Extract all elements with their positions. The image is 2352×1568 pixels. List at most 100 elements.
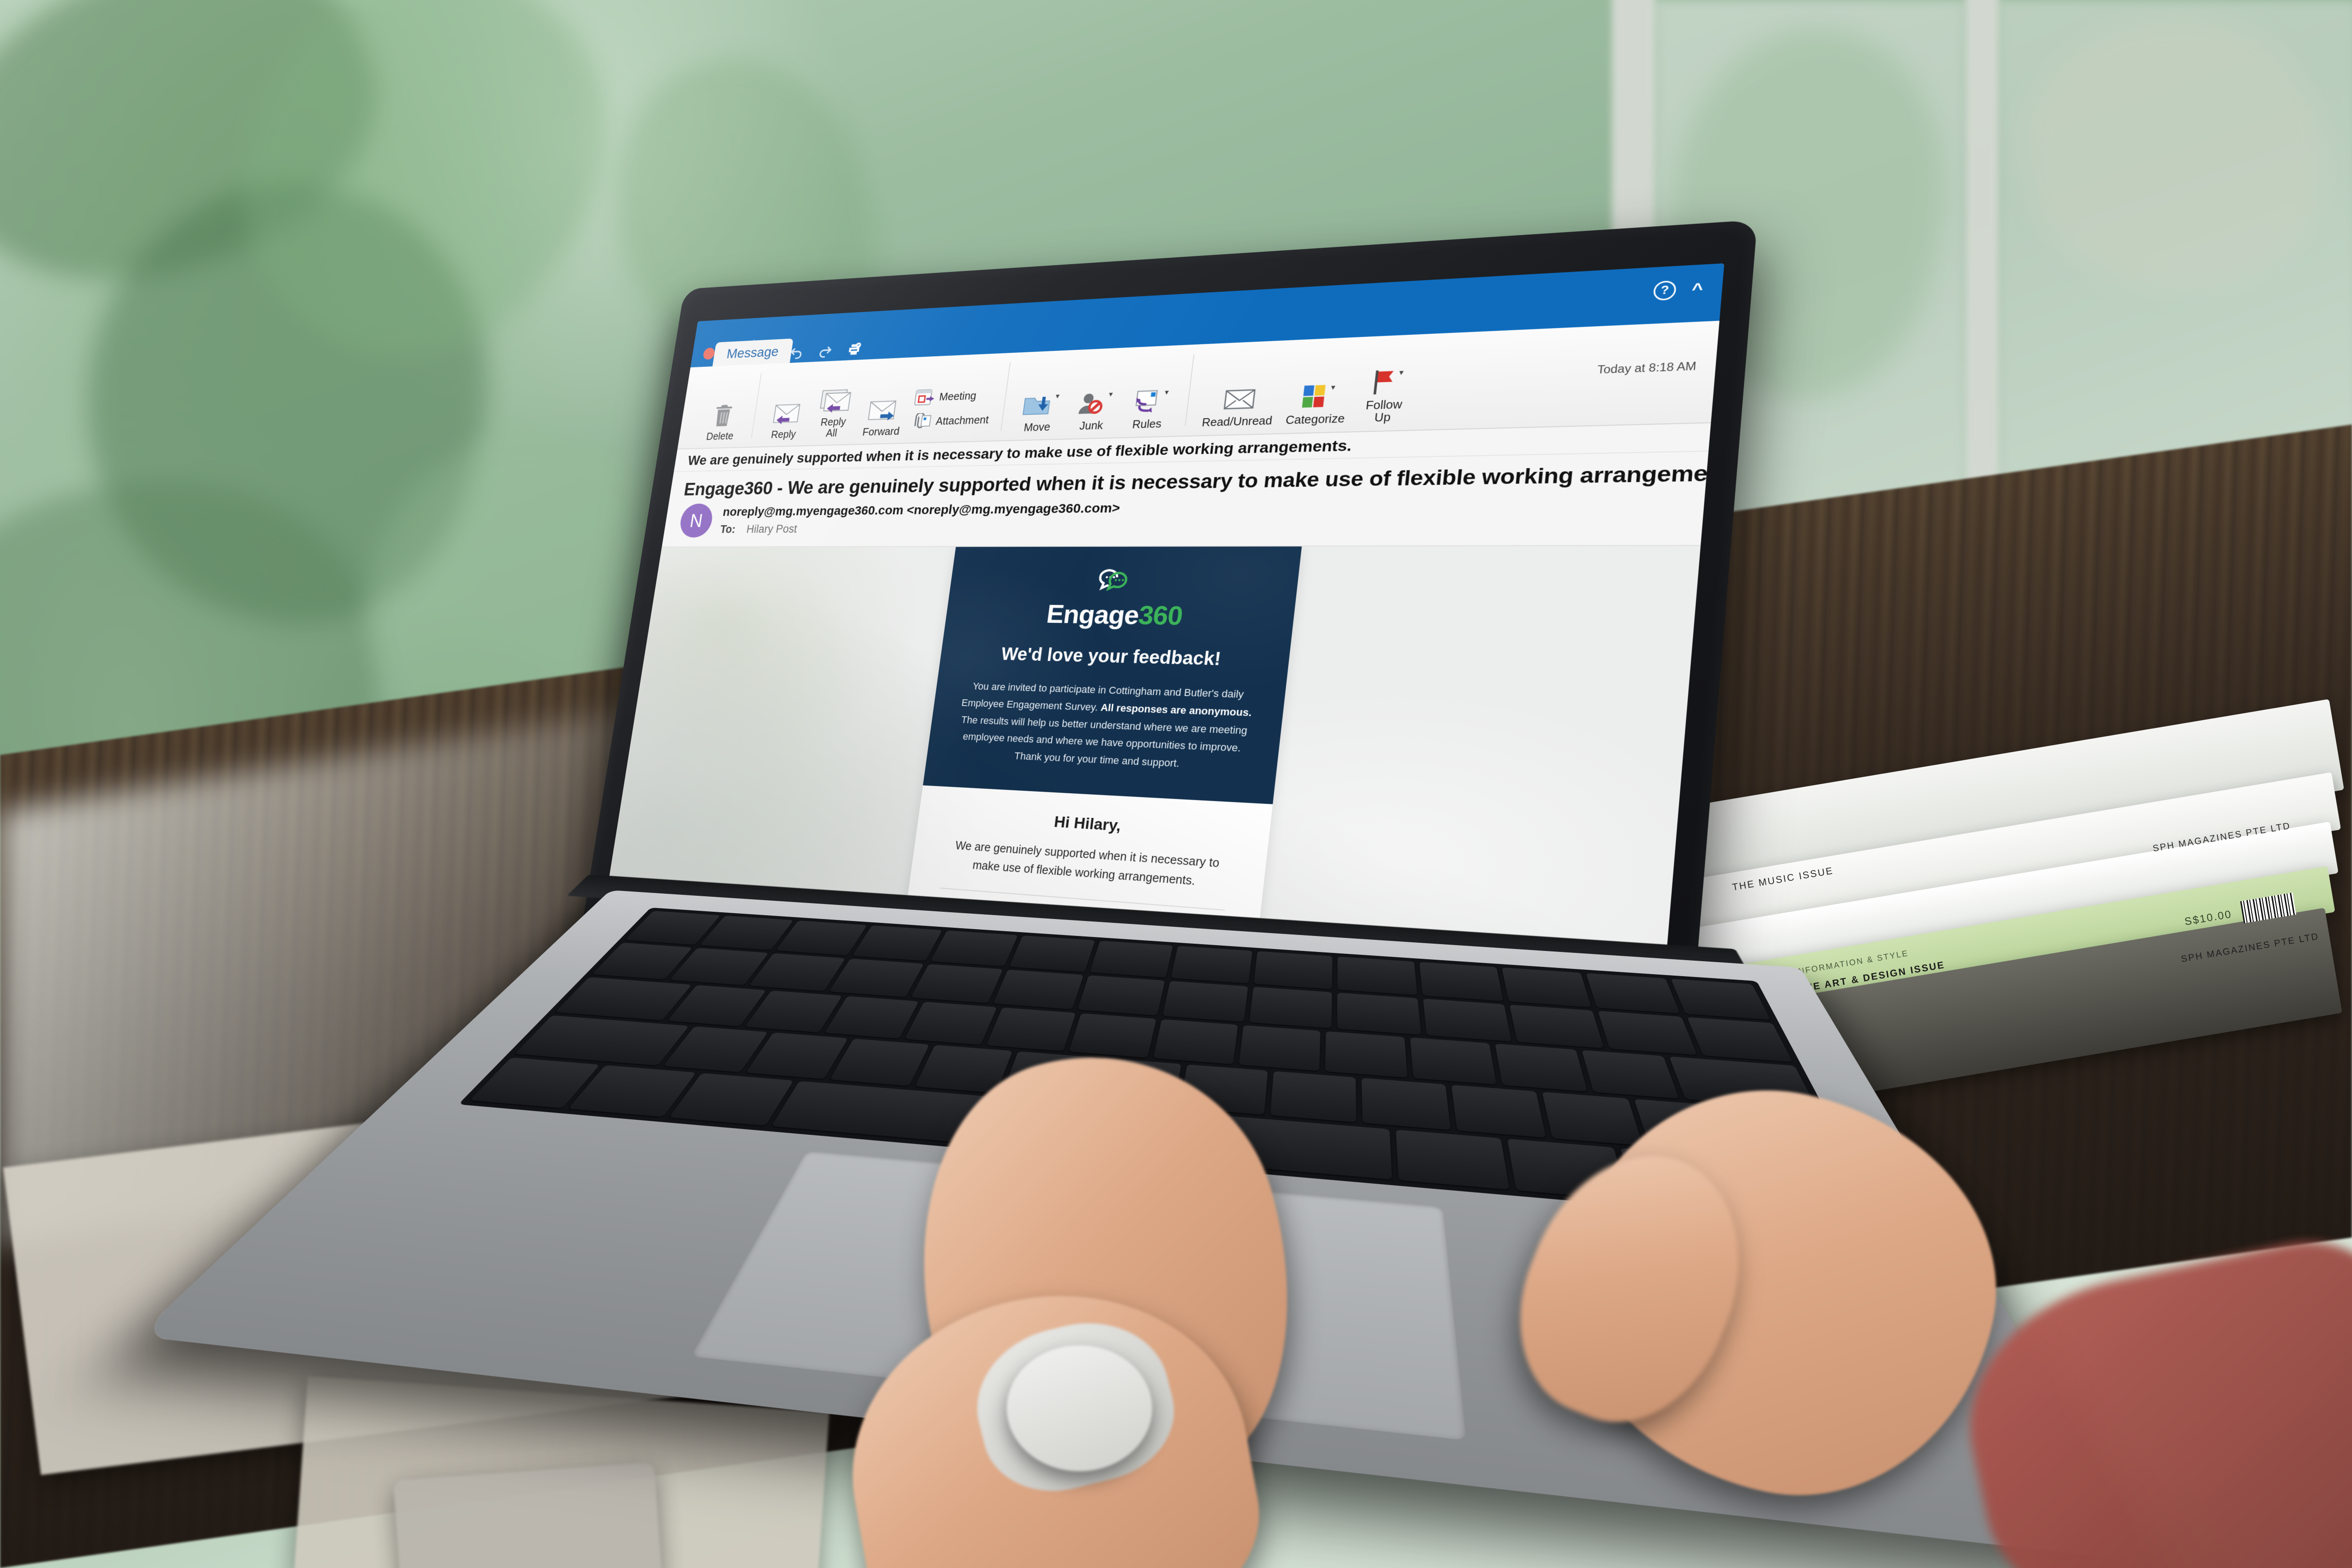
wristwatch [1007,1345,1152,1471]
reply-icon [769,400,804,426]
tab-message[interactable]: Message [713,338,793,366]
key [1671,979,1771,1020]
paragraph-bold: All responses are anonymous. [1100,702,1253,719]
follow-up-button[interactable]: ▾ Follow Up [1350,367,1419,431]
key [1597,1011,1697,1055]
attachment-button[interactable]: Attachment [906,411,994,431]
paragraph-part-2: The results will help us better understa… [960,714,1248,769]
chevron-up-icon[interactable]: ^ [1691,280,1703,297]
attachment-label: Attachment [935,414,990,428]
key [993,969,1084,1010]
redo-icon[interactable] [816,342,834,359]
junk-block-icon [1075,390,1108,417]
key [824,996,919,1039]
read-unread-label: Read/Unread [1201,415,1273,429]
forward-label: Forward [862,426,900,438]
key [830,1039,929,1086]
ribbon-group-move: ▾ Move [1000,345,1195,440]
ribbon-group-tags: Read/Unread ▾ [1184,334,1434,436]
junk-label: Junk [1079,420,1104,433]
move-folder-icon [1020,392,1054,419]
key [1171,946,1252,983]
read-unread-button[interactable]: Read/Unread [1194,385,1283,436]
move-button[interactable]: ▾ Move [1009,392,1069,440]
reply-all-button[interactable]: Reply All [805,387,863,445]
titlebar-right-controls[interactable]: ? ^ [1653,279,1704,301]
key [1586,973,1680,1013]
key [1451,1085,1546,1138]
sender-address: noreply@mg.myengage360.com <noreply@mg.m… [722,500,1121,519]
key [514,1015,689,1066]
key [905,1002,997,1045]
logo-word-accent: 360 [1137,601,1184,631]
meeting-label: Meeting [939,390,977,403]
key [1495,1044,1587,1092]
key [1162,981,1248,1022]
key [1687,1017,1792,1062]
move-dropdown-caret[interactable]: ▾ [1055,392,1060,401]
key [1542,1092,1643,1146]
greeting: Hi Hilary, [944,807,1240,843]
key [1509,1005,1604,1048]
key [1423,998,1511,1041]
reply-button[interactable]: Reply [758,400,812,447]
categorize-button[interactable]: ▾ Categorize [1277,382,1355,434]
key [1337,956,1417,995]
key [852,925,942,961]
delete-label: Delete [706,431,734,442]
key [910,964,1003,1003]
forward-button[interactable]: Forward [854,396,911,444]
key [829,959,924,997]
speech-bubbles-icon [1096,566,1139,600]
key [1090,941,1173,978]
message-timestamp: Today at 8:18 AM [1597,360,1697,377]
delete-button[interactable]: Delete [695,403,748,448]
key [1581,1050,1679,1099]
key [1239,1025,1320,1071]
key [1153,1019,1238,1064]
to-label: To: [719,523,736,535]
key [1270,1071,1356,1122]
key [555,977,692,1020]
help-circle-icon[interactable]: ? [1653,280,1677,301]
key [1396,1130,1509,1190]
envelope-icon [1221,386,1258,413]
meeting-button[interactable]: Meeting [910,385,998,407]
key [1069,1013,1156,1058]
recipient-name: Hilary Post [746,523,798,535]
print-icon[interactable] [845,341,863,358]
key [1502,967,1591,1007]
survey-question: We are genuinely supported when it is ne… [938,836,1236,893]
reply-label: Reply [770,429,796,440]
avatar: N [678,503,715,538]
flag-icon [1369,368,1398,396]
trash-icon [711,404,735,428]
paperclip-attachment-icon [910,413,933,431]
calendar-meeting-icon [913,388,937,407]
logo-word-primary: Engage [1045,600,1141,630]
rules-dropdown-caret[interactable]: ▾ [1164,388,1169,397]
recipient-row: To: Hilary Post [719,520,1118,536]
key [1009,935,1095,972]
key [1325,1031,1408,1078]
categorize-label: Categorize [1285,413,1345,427]
email-intro-paragraph: You are invited to participate in Cottin… [950,678,1259,776]
key [1410,1038,1497,1085]
rules-label: Rules [1132,418,1162,431]
forward-icon [865,397,902,423]
move-label: Move [1023,422,1051,434]
followup-dropdown-caret[interactable]: ▾ [1399,368,1404,377]
key [930,931,1018,966]
categorize-dropdown-caret[interactable]: ▾ [1331,383,1336,392]
phone-on-desk [393,1462,662,1568]
rules-button[interactable]: ▾ Rules [1117,388,1180,437]
meeting-attachment-stack: Meeting Attachment [904,385,998,443]
email-hero: Engage360 We'd love your feedback! You a… [923,546,1302,804]
rules-icon [1130,388,1164,416]
junk-dropdown-caret[interactable]: ▾ [1108,390,1113,399]
key [1362,1078,1450,1130]
key [1249,987,1332,1028]
junk-button[interactable]: ▾ Junk [1062,390,1123,438]
ribbon-tabs[interactable]: Message [713,337,794,366]
follow-up-label: Follow Up [1364,399,1403,425]
